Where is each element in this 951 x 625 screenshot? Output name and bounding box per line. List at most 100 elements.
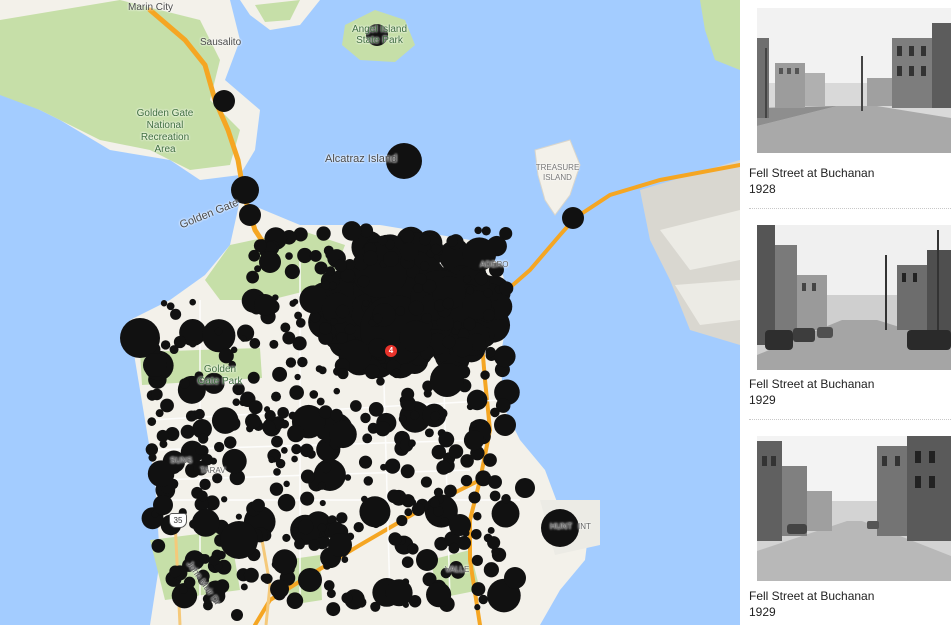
photo-location-marker[interactable] bbox=[362, 299, 370, 307]
photo-location-marker[interactable] bbox=[375, 421, 391, 437]
photo-location-marker[interactable] bbox=[271, 435, 283, 448]
photo-location-marker[interactable] bbox=[399, 320, 432, 353]
photo-location-marker[interactable] bbox=[272, 366, 288, 382]
photo-location-marker[interactable] bbox=[160, 340, 171, 350]
photo-location-marker[interactable] bbox=[473, 512, 482, 521]
photo-location-marker[interactable] bbox=[400, 464, 415, 479]
photo-location-marker[interactable] bbox=[483, 453, 497, 467]
photo-location-marker[interactable] bbox=[309, 390, 319, 399]
photo-location-marker[interactable] bbox=[429, 498, 440, 508]
photo-location-marker[interactable] bbox=[189, 298, 196, 306]
photo-location-marker[interactable] bbox=[468, 491, 481, 504]
photo-location-marker[interactable] bbox=[420, 476, 432, 488]
photo-location-marker[interactable] bbox=[194, 408, 205, 420]
photo-location-marker[interactable] bbox=[483, 309, 495, 322]
photo-location-marker[interactable] bbox=[330, 408, 343, 422]
photo-location-marker[interactable] bbox=[298, 518, 314, 535]
photo-location-marker[interactable] bbox=[120, 318, 160, 358]
photo-location-marker[interactable] bbox=[254, 294, 276, 316]
photo-location-marker[interactable] bbox=[442, 335, 456, 349]
photo-location-marker[interactable] bbox=[453, 320, 463, 330]
photo-location-marker[interactable] bbox=[328, 533, 352, 557]
photo-location-marker[interactable] bbox=[153, 495, 173, 515]
photo-location-marker[interactable] bbox=[179, 585, 188, 595]
photo-location-marker[interactable] bbox=[280, 322, 291, 333]
photo-location-marker[interactable] bbox=[401, 387, 415, 401]
photo-location-marker[interactable] bbox=[160, 398, 174, 413]
photo-location-marker[interactable] bbox=[277, 493, 296, 512]
photo-location-marker[interactable] bbox=[160, 300, 168, 307]
photo-location-marker[interactable] bbox=[330, 317, 338, 326]
photo-location-marker[interactable] bbox=[309, 250, 322, 262]
photo-location-marker[interactable] bbox=[466, 286, 474, 295]
photo-location-marker[interactable] bbox=[308, 539, 321, 551]
photo-location-marker[interactable] bbox=[385, 579, 413, 607]
photo-location-marker[interactable] bbox=[413, 283, 423, 293]
photo-location-marker[interactable] bbox=[300, 469, 315, 484]
photo-location-marker[interactable] bbox=[362, 250, 379, 266]
photo-location-marker[interactable] bbox=[410, 410, 420, 420]
photo-location-marker[interactable] bbox=[248, 249, 261, 262]
photo-location-marker[interactable] bbox=[287, 424, 305, 443]
photo-location-marker[interactable] bbox=[319, 322, 332, 335]
photo-location-marker[interactable] bbox=[319, 499, 326, 507]
photo-location-marker[interactable] bbox=[147, 417, 157, 426]
photo-location-marker[interactable] bbox=[326, 602, 341, 617]
photo-location-marker[interactable] bbox=[342, 221, 362, 241]
photo-location-marker[interactable] bbox=[270, 579, 290, 599]
photo-location-marker[interactable] bbox=[316, 397, 325, 406]
photo-location-marker[interactable] bbox=[360, 412, 371, 424]
photo-location-marker[interactable] bbox=[151, 539, 166, 553]
photo-markers-layer[interactable] bbox=[0, 0, 740, 625]
photo-location-marker[interactable] bbox=[362, 433, 373, 444]
photo-location-marker[interactable] bbox=[491, 499, 520, 528]
photo-location-marker[interactable] bbox=[398, 415, 407, 423]
photo-location-marker[interactable] bbox=[463, 317, 476, 331]
photo-location-marker[interactable] bbox=[248, 400, 263, 415]
photo-location-marker[interactable] bbox=[314, 261, 328, 275]
photo-location-marker[interactable] bbox=[169, 565, 182, 578]
photo-location-marker[interactable] bbox=[156, 429, 169, 443]
photo-location-marker[interactable] bbox=[353, 521, 364, 533]
photo-location-marker[interactable] bbox=[372, 313, 383, 324]
photo-location-marker[interactable] bbox=[143, 353, 167, 377]
photo-location-marker[interactable] bbox=[334, 259, 347, 272]
photo-location-marker[interactable] bbox=[470, 528, 482, 540]
photo-location-marker[interactable] bbox=[414, 273, 427, 286]
photo-location-marker[interactable] bbox=[269, 339, 279, 349]
photo-location-marker[interactable] bbox=[448, 542, 460, 554]
photo-location-marker[interactable] bbox=[452, 337, 473, 358]
photo-location-marker[interactable] bbox=[424, 428, 434, 438]
photo-location-marker[interactable] bbox=[170, 308, 182, 320]
photo-location-marker[interactable] bbox=[148, 453, 157, 462]
photo-location-marker[interactable] bbox=[239, 204, 261, 226]
photo-location-marker[interactable] bbox=[317, 523, 327, 532]
photo-location-marker[interactable] bbox=[423, 389, 432, 398]
photo-location-marker[interactable] bbox=[198, 554, 207, 563]
photo-location-marker[interactable] bbox=[449, 514, 471, 536]
photo-location-marker[interactable] bbox=[433, 487, 444, 497]
photo-location-marker[interactable] bbox=[286, 592, 304, 609]
photo-location-marker[interactable] bbox=[320, 462, 332, 474]
photo-location-marker[interactable] bbox=[431, 444, 446, 460]
photo-location-marker[interactable] bbox=[395, 306, 406, 316]
photo-location-marker[interactable] bbox=[151, 388, 163, 401]
photo-location-marker[interactable] bbox=[488, 475, 502, 489]
photo-location-marker[interactable] bbox=[297, 356, 308, 368]
photo-location-marker[interactable] bbox=[489, 490, 501, 502]
photo-location-marker[interactable] bbox=[501, 494, 511, 504]
photo-location-marker[interactable] bbox=[272, 549, 298, 575]
photo-location-marker[interactable] bbox=[436, 460, 451, 475]
photo-location-marker[interactable] bbox=[344, 474, 352, 481]
photo-location-marker[interactable] bbox=[400, 229, 415, 243]
photo-location-marker[interactable] bbox=[401, 556, 414, 569]
photo-location-marker[interactable] bbox=[285, 252, 293, 260]
photo-location-marker[interactable] bbox=[483, 562, 499, 578]
photo-location-marker[interactable] bbox=[408, 300, 424, 316]
photo-location-marker[interactable] bbox=[249, 338, 261, 349]
photo-location-marker[interactable] bbox=[440, 517, 450, 526]
photo-location-marker[interactable] bbox=[364, 364, 380, 380]
photo-location-marker[interactable] bbox=[243, 567, 259, 583]
photo-location-marker[interactable] bbox=[189, 340, 197, 348]
photo-location-marker[interactable] bbox=[408, 439, 416, 448]
